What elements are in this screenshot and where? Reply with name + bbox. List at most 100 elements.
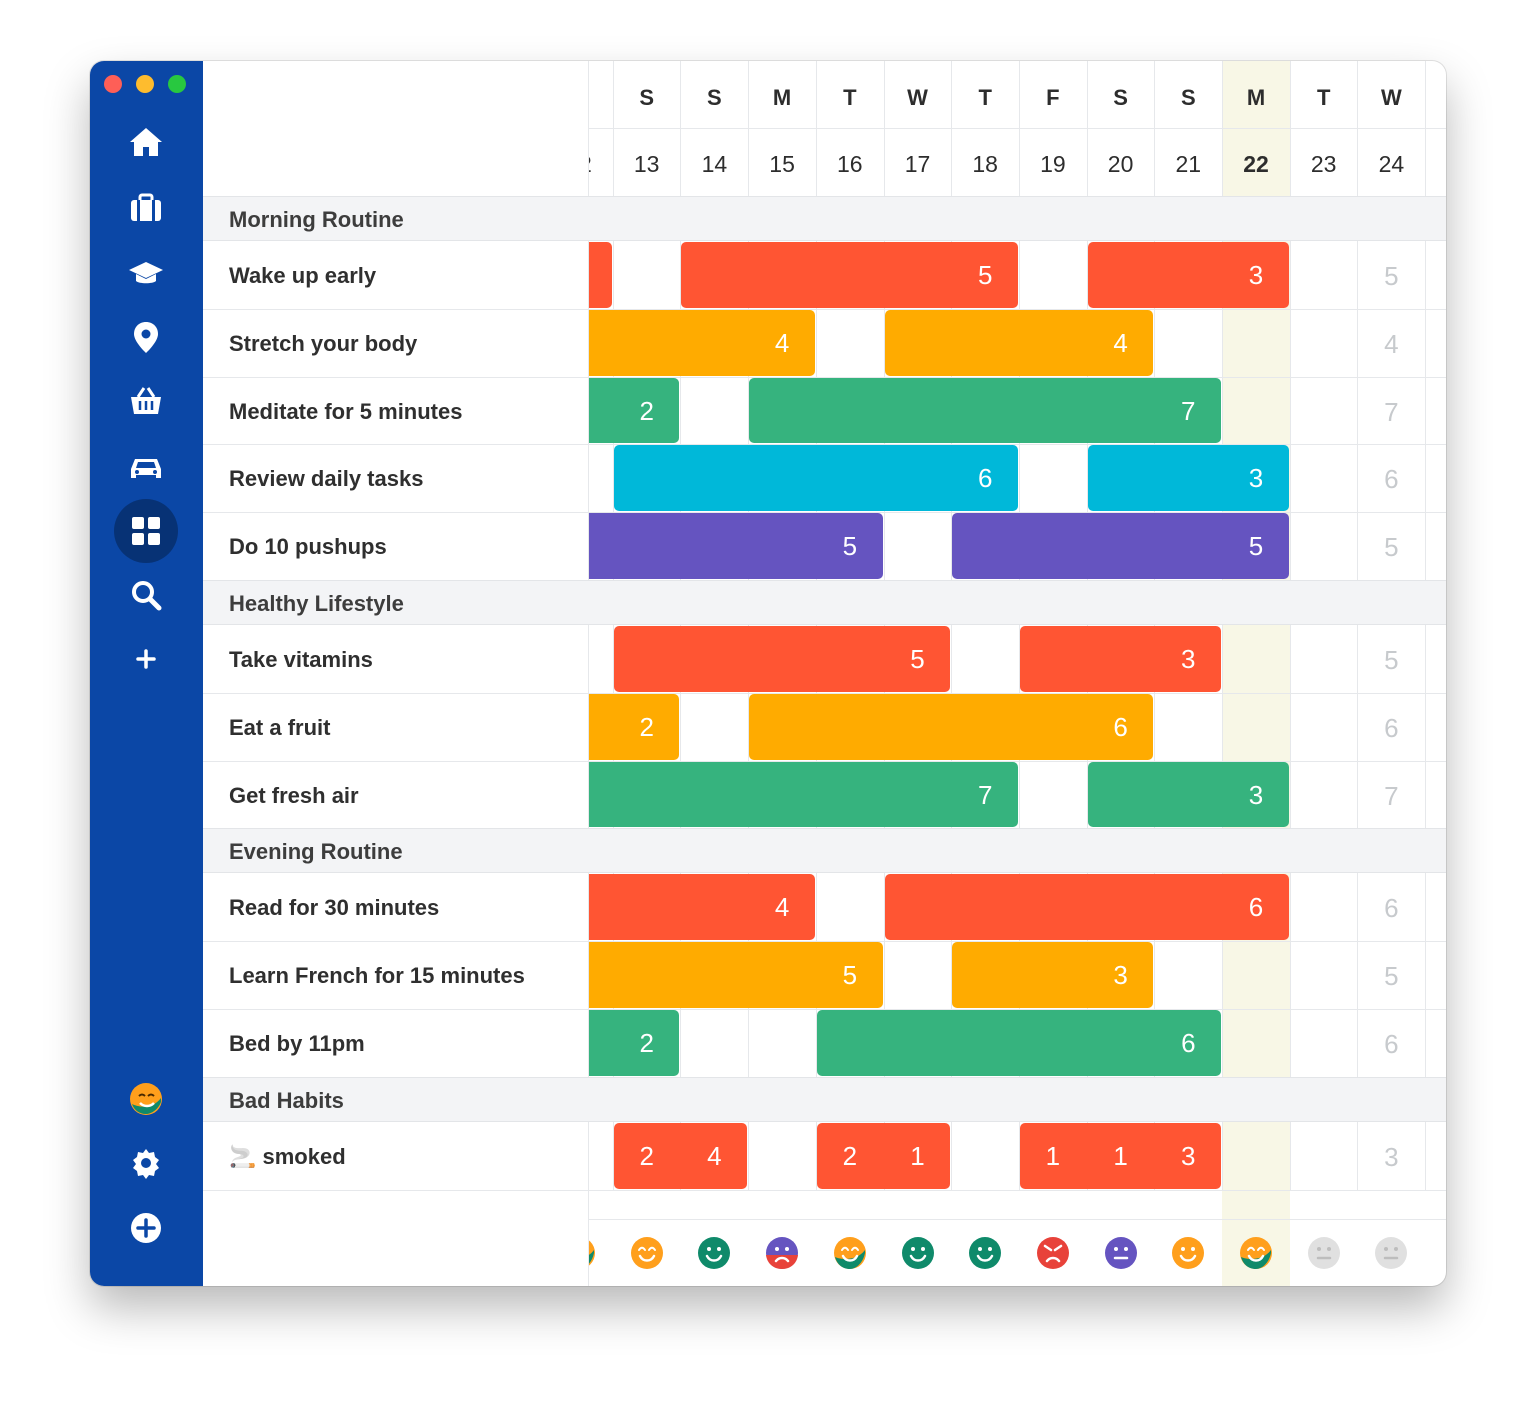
habit-streak-bar[interactable]: 5 xyxy=(681,242,1018,308)
habit-streak-bar[interactable]: 6 xyxy=(613,445,1018,512)
close-window-button[interactable] xyxy=(104,75,122,93)
habit-streak-bar[interactable]: 4 xyxy=(589,874,815,941)
habit-streak-bar[interactable]: 3 xyxy=(1087,761,1289,828)
habit-streak-bar[interactable]: 7 xyxy=(589,761,1018,828)
day-number[interactable]: 18 xyxy=(951,151,1019,178)
mood-happy-icon[interactable] xyxy=(630,1236,664,1270)
streak-hint[interactable]: 4 xyxy=(1357,329,1425,360)
habit-name[interactable]: Stretch your body xyxy=(229,331,417,357)
habit-streak-bar[interactable]: 21 xyxy=(816,1122,951,1189)
habit-name[interactable]: 🚬 smoked xyxy=(229,1144,346,1170)
habit-streak-bar[interactable]: 5 xyxy=(952,513,1289,579)
row-divider xyxy=(203,512,589,514)
streak-hint[interactable]: 6 xyxy=(1357,1029,1425,1060)
habit-name[interactable]: Bed by 11pm xyxy=(229,1031,365,1057)
sidebar-bottom-mood-avatar[interactable] xyxy=(114,1067,178,1131)
habit-name[interactable]: Learn French for 15 minutes xyxy=(229,963,525,989)
habit-streak-bar[interactable]: 5 xyxy=(589,942,883,1008)
habit-streak-bar[interactable]: 6 xyxy=(816,1010,1221,1076)
day-number[interactable]: 16 xyxy=(816,151,884,178)
habit-streak-bar[interactable]: 2 xyxy=(589,1010,680,1076)
streak-hint[interactable]: 5 xyxy=(1357,261,1425,292)
mood-smile-icon[interactable] xyxy=(697,1236,731,1270)
habit-streak-bar[interactable]: 4 xyxy=(589,309,815,376)
minimize-window-button[interactable] xyxy=(136,75,154,93)
zoom-window-button[interactable] xyxy=(168,75,186,93)
day-number[interactable]: 15 xyxy=(748,151,816,178)
habit-streak-bar[interactable]: 3 xyxy=(1087,445,1289,512)
sidebar-item-location-pin[interactable] xyxy=(114,305,178,369)
habit-name[interactable]: Get fresh air xyxy=(229,783,359,809)
habit-name[interactable]: Read for 30 minutes xyxy=(229,895,439,921)
mood-angry-icon[interactable] xyxy=(1036,1236,1070,1270)
day-number[interactable]: 23 xyxy=(1290,151,1358,178)
sidebar-item-graduation-cap[interactable] xyxy=(114,241,178,305)
streak-count: 5 xyxy=(1248,531,1264,562)
sidebar-bottom-add-circle[interactable] xyxy=(114,1196,178,1260)
sidebar-bottom-gear[interactable] xyxy=(114,1131,178,1195)
streak-hint[interactable]: 5 xyxy=(1357,532,1425,563)
mood-neutral-icon[interactable] xyxy=(1307,1236,1341,1270)
mood-sad-icon[interactable] xyxy=(765,1236,799,1270)
mood-neutral-icon[interactable] xyxy=(1104,1236,1138,1270)
streak-hint[interactable]: 6 xyxy=(1357,893,1425,924)
sidebar-item-plus[interactable] xyxy=(114,627,178,691)
mood-smile-icon[interactable] xyxy=(968,1236,1002,1270)
sidebar-item-home[interactable] xyxy=(114,111,178,175)
streak-hint[interactable]: 5 xyxy=(1357,961,1425,992)
sidebar-item-search[interactable] xyxy=(114,563,178,627)
habit-streak-bar[interactable]: 2 xyxy=(589,693,680,760)
streak-hint[interactable]: 7 xyxy=(1357,781,1425,812)
habit-streak-bar[interactable]: 4 xyxy=(884,309,1154,376)
habit-name[interactable]: Do 10 pushups xyxy=(229,534,387,560)
sidebar-item-briefcase[interactable] xyxy=(114,176,178,240)
habit-streak-bar[interactable]: 2 xyxy=(589,377,680,444)
day-number[interactable]: 20 xyxy=(1087,151,1155,178)
habit-name[interactable]: Meditate for 5 minutes xyxy=(229,399,462,425)
habit-names-column: Morning Routine Wake up early Stretch your… xyxy=(203,61,589,1286)
streak-hint[interactable]: 7 xyxy=(1357,397,1425,428)
mood-grinning-icon[interactable] xyxy=(833,1236,867,1270)
streak-hint[interactable]: 6 xyxy=(1357,713,1425,744)
day-number[interactable]: 22 xyxy=(1222,151,1290,178)
mood-grinning-icon[interactable] xyxy=(589,1236,596,1270)
day-number[interactable]: 24 xyxy=(1357,151,1425,178)
habit-streak-bar[interactable]: 1 1 3 xyxy=(1019,1122,1221,1189)
habit-streak-bar[interactable]: 3 xyxy=(1087,242,1289,308)
day-number[interactable]: 17 xyxy=(884,151,952,178)
habit-streak-bar[interactable] xyxy=(589,242,612,308)
habit-name[interactable]: Wake up early xyxy=(229,263,376,289)
habit-name[interactable]: Eat a fruit xyxy=(229,715,330,741)
streak-count: 2 xyxy=(639,711,654,742)
streak-count: 3 xyxy=(1113,960,1128,991)
mood-grinning-icon[interactable] xyxy=(1239,1236,1273,1270)
sidebar-item-car[interactable] xyxy=(114,434,178,498)
add-circle-icon xyxy=(127,1209,165,1247)
streak-hint[interactable]: 5 xyxy=(1357,645,1425,676)
habit-name[interactable]: Take vitamins xyxy=(229,647,373,673)
streak-count: 5 xyxy=(977,260,993,290)
mood-smile-icon[interactable] xyxy=(901,1236,935,1270)
sidebar-item-grid[interactable] xyxy=(114,499,178,563)
day-number[interactable]: 14 xyxy=(680,151,748,178)
day-number[interactable]: 12 xyxy=(589,151,613,178)
habit-streak-bar[interactable]: 5 xyxy=(589,513,883,579)
mood-neutral-icon[interactable] xyxy=(1374,1236,1408,1270)
streak-hint[interactable]: 6 xyxy=(1357,464,1425,495)
streak-count: 6 xyxy=(1181,1028,1196,1058)
habit-streak-bar[interactable]: 5 xyxy=(613,626,951,692)
sidebar-item-shopping-basket[interactable] xyxy=(114,369,178,433)
habit-streak-bar[interactable]: 3 xyxy=(1019,626,1221,692)
day-number[interactable]: 21 xyxy=(1154,151,1222,178)
habit-streak-bar[interactable]: 6 xyxy=(884,874,1289,941)
streak-hint[interactable]: 3 xyxy=(1357,1142,1425,1173)
habit-streak-bar[interactable]: 3 xyxy=(952,942,1154,1008)
habit-name[interactable]: Review daily tasks xyxy=(229,466,423,492)
habit-streak-bar[interactable]: 7 xyxy=(749,377,1221,444)
habit-streak-bar[interactable]: 24 xyxy=(613,1122,748,1189)
habit-streak-bar[interactable]: 6 xyxy=(749,693,1154,760)
day-number[interactable]: 19 xyxy=(1019,151,1087,178)
mood-smile-icon[interactable] xyxy=(1171,1236,1205,1270)
day-number[interactable]: 13 xyxy=(613,151,681,178)
row-divider xyxy=(203,444,589,446)
